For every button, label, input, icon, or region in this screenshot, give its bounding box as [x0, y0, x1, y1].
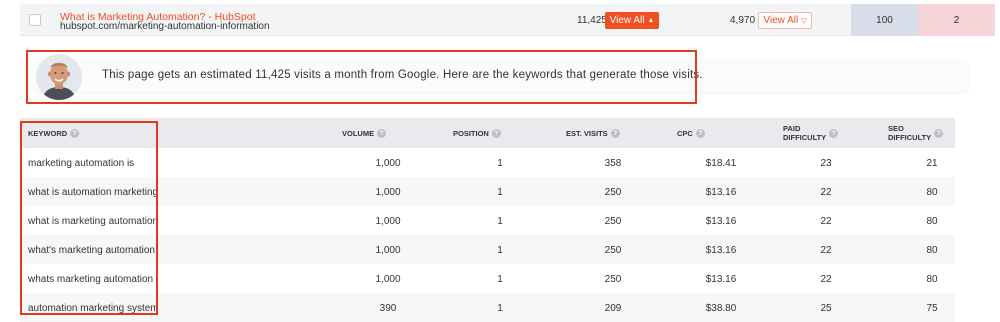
paid-difficulty-cell: 23: [820, 158, 832, 169]
cpc-cell: $13.16: [705, 216, 737, 227]
header-label: EST. VISITS: [566, 129, 608, 138]
column-header-est-visits[interactable]: EST. VISITS ?: [566, 129, 620, 138]
visits-cell: 250: [604, 274, 622, 285]
volume-cell: 1,000: [375, 187, 401, 198]
column-header-seo-difficulty[interactable]: SEO DIFFICULTY ?: [888, 124, 944, 142]
visits-cell: 250: [604, 216, 622, 227]
help-icon[interactable]: ?: [377, 129, 387, 138]
cpc-cell: $13.16: [705, 245, 737, 256]
cpc-cell: $38.80: [705, 303, 737, 314]
seo-difficulty-cell: 80: [926, 245, 938, 256]
highlight-outline-keywords: [20, 121, 158, 315]
paid-difficulty-cell: 22: [820, 216, 832, 227]
position-cell: 1: [497, 274, 503, 285]
help-icon[interactable]: ?: [829, 128, 839, 138]
chevron-up-icon: ▲: [647, 17, 655, 24]
result-url: hubspot.com/marketing-automation-informa…: [60, 21, 270, 32]
volume-cell: 1,000: [375, 274, 401, 285]
paid-difficulty-cell: 25: [820, 303, 832, 314]
table-row: whats marketing automation 1,000 1 250 $…: [20, 264, 955, 293]
volume-cell: 1,000: [375, 216, 401, 227]
header-label: POSITION: [453, 129, 489, 138]
visits-cell: 250: [604, 245, 622, 256]
value-cell: 2: [918, 4, 995, 36]
position-cell: 1: [497, 303, 503, 314]
table-row: what is automation marketing 1,000 1 250…: [20, 177, 955, 206]
volume-cell: 1,000: [375, 158, 401, 169]
column-header-cpc[interactable]: CPC ?: [677, 129, 705, 138]
view-all-label: View All: [609, 15, 645, 26]
keywords-table-header: KEYWORD ? VOLUME ? POSITION ? EST. VISIT…: [20, 118, 955, 148]
keywords-table-body: marketing automation is 1,000 1 358 $18.…: [20, 148, 955, 322]
help-icon[interactable]: ?: [610, 129, 620, 138]
cpc-cell: $13.16: [705, 187, 737, 198]
table-row: what is marketing automation 1,000 1 250…: [20, 206, 955, 235]
cpc-cell: $13.16: [705, 274, 737, 285]
volume-cell: 390: [379, 303, 397, 314]
column-header-volume[interactable]: VOLUME ?: [342, 129, 387, 138]
cpc-cell: $18.41: [705, 158, 737, 169]
seo-difficulty-cell: 80: [926, 274, 938, 285]
help-icon[interactable]: ?: [934, 128, 944, 138]
visits-cell: 209: [604, 303, 622, 314]
position-cell: 1: [497, 245, 503, 256]
seo-difficulty-cell: 80: [926, 187, 938, 198]
table-row: marketing automation is 1,000 1 358 $18.…: [20, 148, 955, 177]
row-checkbox[interactable]: [29, 14, 41, 26]
view-all-label: View All: [763, 15, 799, 26]
header-label: CPC: [677, 129, 693, 138]
paid-difficulty-cell: 22: [820, 274, 832, 285]
seo-difficulty-cell: 80: [926, 216, 938, 227]
column-header-position[interactable]: POSITION ?: [453, 129, 501, 138]
table-row: automation marketing system 390 1 209 $3…: [20, 293, 955, 322]
paid-difficulty-cell: 22: [820, 187, 832, 198]
domain-score-cell: 100: [851, 4, 918, 36]
volume-cell: 1,000: [375, 245, 401, 256]
result-est-visits: 11,425: [577, 15, 607, 26]
view-all-backlinks-button[interactable]: View All ▽: [758, 12, 812, 29]
visits-cell: 250: [604, 187, 622, 198]
paid-difficulty-cell: 22: [820, 245, 832, 256]
position-cell: 1: [497, 216, 503, 227]
view-all-keywords-button[interactable]: View All ▲: [605, 12, 659, 29]
help-icon[interactable]: ?: [491, 129, 501, 138]
top-result-row: What is Marketing Automation? - HubSpot …: [20, 4, 995, 36]
header-label: VOLUME: [342, 129, 375, 138]
help-icon[interactable]: ?: [695, 129, 705, 138]
result-backlinks: 4,970: [730, 15, 756, 26]
visits-cell: 358: [604, 158, 622, 169]
header-label: SEO DIFFICULTY: [888, 124, 932, 142]
column-header-paid-difficulty[interactable]: PAID DIFFICULTY ?: [783, 124, 839, 142]
header-label: PAID DIFFICULTY: [783, 124, 827, 142]
highlight-outline-info: [26, 50, 697, 104]
seo-difficulty-cell: 21: [926, 158, 938, 169]
chevron-down-icon: ▽: [801, 17, 807, 25]
position-cell: 1: [497, 187, 503, 198]
seo-difficulty-cell: 75: [926, 303, 938, 314]
position-cell: 1: [497, 158, 503, 169]
table-row: what's marketing automation 1,000 1 250 …: [20, 235, 955, 264]
